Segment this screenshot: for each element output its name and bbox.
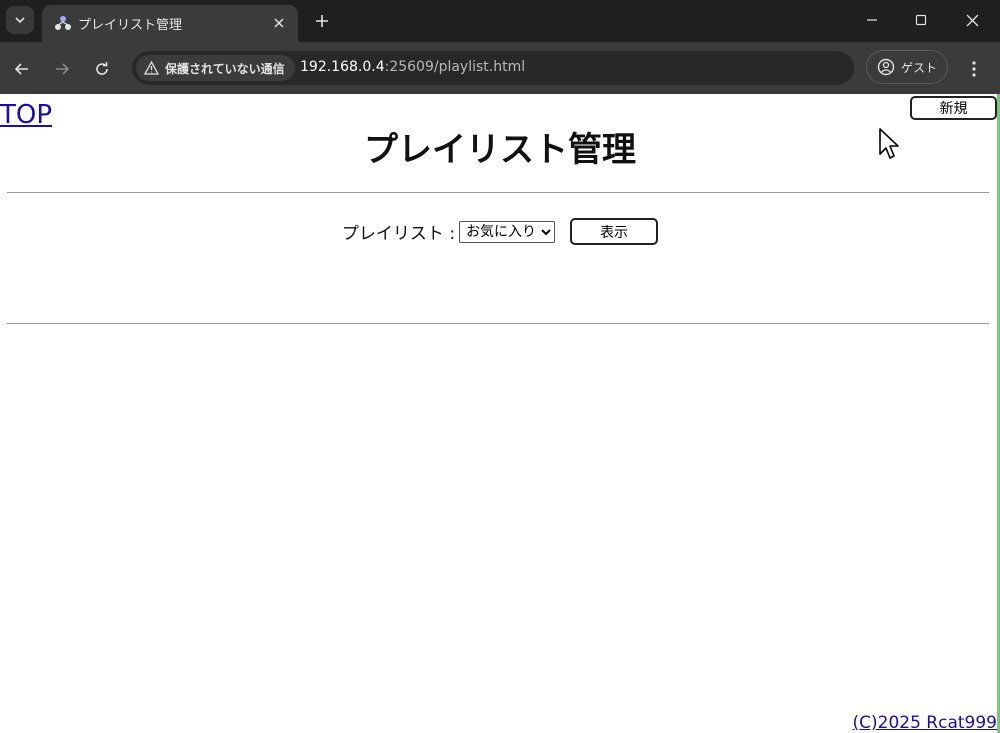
close-icon: [274, 18, 284, 28]
mouse-pointer-icon: [879, 128, 899, 159]
tab-title: プレイリスト管理: [78, 18, 183, 33]
close-icon: [966, 14, 978, 26]
divider-top: [7, 192, 989, 193]
warning-icon: [144, 61, 159, 75]
back-button[interactable]: [8, 55, 36, 83]
profile-button[interactable]: ゲスト: [866, 50, 948, 84]
page-content: TOP 新規 プレイリスト管理 プレイリスト : お気に入り 表示 (C)202…: [0, 94, 1000, 733]
playlist-form: プレイリスト : お気に入り 表示: [0, 218, 1000, 245]
minimize-button[interactable]: [852, 6, 892, 34]
minimize-icon: [867, 19, 877, 21]
arrow-left-icon: [14, 63, 28, 75]
maximize-icon: [915, 14, 927, 26]
security-label: 保護されていない通信: [165, 61, 285, 76]
tab-strip: プレイリスト管理: [0, 0, 1000, 42]
tab-search-button[interactable]: [6, 6, 34, 34]
page-title: プレイリスト管理: [364, 130, 636, 170]
profile-label: ゲスト: [900, 60, 937, 75]
more-vertical-icon: [972, 61, 976, 77]
browser-chrome: プレイリスト管理 保護されていない通信 192.168.0.4:25609/pl…: [0, 0, 1000, 94]
playlist-label: プレイリスト :: [341, 224, 456, 244]
arrow-right-icon: [56, 63, 70, 75]
url-host: 192.168.0.4: [300, 59, 385, 75]
browser-toolbar: 保護されていない通信 192.168.0.4:25609/playlist.ht…: [0, 42, 1000, 94]
reload-button[interactable]: [88, 55, 116, 83]
reload-icon: [96, 62, 108, 75]
app-favicon-icon: [55, 16, 71, 30]
close-window-button[interactable]: [952, 6, 992, 34]
address-bar[interactable]: 保護されていない通信 192.168.0.4:25609/playlist.ht…: [132, 51, 854, 85]
tab-close-button[interactable]: [270, 14, 288, 32]
security-chip[interactable]: 保護されていない通信: [136, 55, 295, 81]
url-path: :25609/playlist.html: [384, 59, 526, 75]
active-tab[interactable]: プレイリスト管理: [42, 5, 298, 42]
new-playlist-button[interactable]: 新規: [910, 96, 997, 120]
browser-menu-button[interactable]: [962, 55, 986, 83]
chevron-down-icon: [15, 17, 25, 24]
divider-bottom: [7, 323, 989, 324]
copyright-link[interactable]: (C)2025 Rcat999: [853, 713, 998, 733]
forward-button[interactable]: [48, 55, 76, 83]
url-text: 192.168.0.4:25609/playlist.html: [300, 59, 525, 75]
new-tab-button[interactable]: [310, 9, 334, 33]
maximize-button[interactable]: [901, 6, 941, 34]
show-button[interactable]: 表示: [570, 218, 659, 245]
playlist-select[interactable]: お気に入り: [459, 220, 556, 243]
plus-icon: [316, 15, 328, 27]
user-icon: [877, 58, 895, 76]
